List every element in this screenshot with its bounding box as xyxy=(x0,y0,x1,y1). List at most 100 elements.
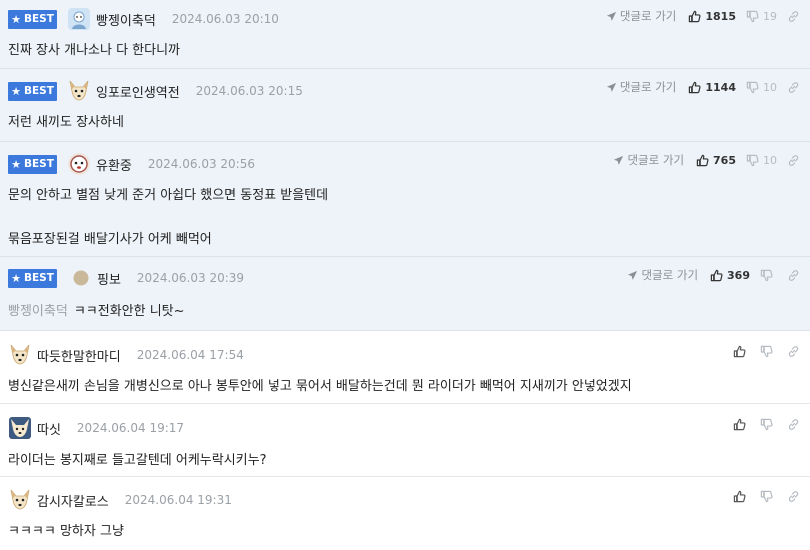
thumbs-down-icon xyxy=(760,269,773,282)
best-badge: ★ BEST xyxy=(8,9,57,29)
upvote-button[interactable] xyxy=(733,490,746,503)
avatar[interactable] xyxy=(67,152,91,176)
comment-text: 라이더는 봉지째로 들고갈텐데 어케누락시키누? xyxy=(8,453,267,468)
thumbs-down-icon xyxy=(760,345,773,358)
comment-date: 2024.06.04 17:54 xyxy=(136,348,244,362)
best-badge: ★ BEST xyxy=(8,81,57,101)
link-icon xyxy=(787,490,800,503)
copy-link-button[interactable] xyxy=(787,345,800,358)
comment-item: 따듯한말한마디 2024.06.04 17:54 병신같은새끼 손님을 개병신으… xyxy=(0,331,810,404)
downvote-button[interactable] xyxy=(760,490,773,503)
downvote-button[interactable]: 10 xyxy=(746,154,777,167)
avatar[interactable] xyxy=(67,79,91,103)
comment-date: 2024.06.03 20:10 xyxy=(171,12,279,26)
comment-text: 저런 새끼도 장사하네 xyxy=(8,115,124,130)
downvote-button[interactable] xyxy=(760,345,773,358)
arrow-icon xyxy=(627,270,638,281)
copy-link-button[interactable] xyxy=(787,269,800,282)
comment-author[interactable]: 핑보 xyxy=(97,269,121,288)
upvote-button[interactable]: 1815 xyxy=(688,10,736,23)
avatar[interactable] xyxy=(8,343,32,367)
comment-author[interactable]: 따싯 xyxy=(37,419,61,438)
avatar[interactable] xyxy=(8,488,32,512)
copy-link-button[interactable] xyxy=(787,10,800,23)
comment-text: 진짜 장사 개나소나 다 한다니까 xyxy=(8,43,181,58)
star-icon: ★ xyxy=(11,12,21,26)
comment-item: ★ BEST 잉포로인생역전 2024.06.03 20:15 댓글로 가기 11… xyxy=(0,69,810,142)
downvote-button[interactable]: 10 xyxy=(746,81,777,94)
link-icon xyxy=(787,154,800,167)
link-icon xyxy=(787,345,800,358)
upvote-button[interactable] xyxy=(733,418,746,431)
comment-date: 2024.06.04 19:17 xyxy=(76,421,185,435)
comment-date: 2024.06.03 20:56 xyxy=(147,157,255,171)
arrow-icon xyxy=(606,82,617,93)
upvote-button[interactable]: 765 xyxy=(696,154,736,167)
thumbs-up-icon xyxy=(733,418,746,431)
star-icon: ★ xyxy=(11,84,21,98)
link-icon xyxy=(787,418,800,431)
thumbs-down-icon xyxy=(746,81,759,94)
comment-item: 감시자칼로스 2024.06.04 19:31 ㅋㅋㅋㅋ 망하자 그냥 xyxy=(0,477,810,550)
copy-link-button[interactable] xyxy=(787,154,800,167)
comment-author[interactable]: 유환중 xyxy=(96,155,132,174)
link-icon xyxy=(787,269,800,282)
comment-date: 2024.06.03 20:15 xyxy=(195,84,303,98)
best-badge: ★ BEST xyxy=(8,154,57,174)
copy-link-button[interactable] xyxy=(787,81,800,94)
avatar[interactable] xyxy=(73,270,89,286)
avatar[interactable] xyxy=(8,416,32,440)
comment-author[interactable]: 잉포로인생역전 xyxy=(96,82,180,101)
upvote-count: 1815 xyxy=(705,9,736,23)
comment-author[interactable]: 빵젱이축덕 xyxy=(96,10,156,29)
go-to-reply-link[interactable]: 댓글로 가기 xyxy=(606,8,676,24)
comment-author[interactable]: 감시자칼로스 xyxy=(37,491,109,510)
thumbs-down-icon xyxy=(760,490,773,503)
link-icon xyxy=(787,81,800,94)
comment-text: 문의 안하고 별점 낮게 준거 아쉽다 했으면 동정표 받을텐데 xyxy=(8,188,329,203)
best-badge: ★ BEST xyxy=(8,268,57,288)
star-icon: ★ xyxy=(11,271,21,285)
comment-text: ㅋㅋㅋㅋ 망하자 그냥 xyxy=(8,524,124,539)
thumbs-down-icon xyxy=(746,10,759,23)
downvote-button[interactable] xyxy=(760,269,777,282)
comment-date: 2024.06.03 20:39 xyxy=(136,271,245,285)
comment-item: ★ BEST 빵젱이축덕 2024.06.03 20:10 댓글로 가기 1815… xyxy=(0,0,810,69)
copy-link-button[interactable] xyxy=(787,418,800,431)
comment-item: ★ BEST 핑보 2024.06.03 20:39 댓글로 가기 369 빵젱이… xyxy=(0,257,810,331)
comment-author[interactable]: 따듯한말한마디 xyxy=(37,346,121,365)
downvote-count: 19 xyxy=(763,9,777,23)
upvote-button[interactable]: 1144 xyxy=(688,81,736,94)
copy-link-button[interactable] xyxy=(787,490,800,503)
thumbs-up-icon xyxy=(710,269,723,282)
link-icon xyxy=(787,10,800,23)
arrow-icon xyxy=(613,155,624,166)
thumbs-up-icon xyxy=(688,10,701,23)
comment-text: 빵젱이축덕 ㅋㅋ전화안한 니탓~ xyxy=(8,304,185,319)
thumbs-up-icon xyxy=(688,81,701,94)
upvote-count: 765 xyxy=(713,153,736,167)
upvote-button[interactable]: 369 xyxy=(710,269,750,282)
downvote-button[interactable] xyxy=(760,418,773,431)
go-to-reply-link[interactable]: 댓글로 가기 xyxy=(606,79,676,95)
thumbs-down-icon xyxy=(746,154,759,167)
upvote-count: 369 xyxy=(727,268,750,282)
comment-item: 따싯 2024.06.04 19:17 라이더는 봉지째로 들고갈텐데 어케누락… xyxy=(0,404,810,477)
thumbs-up-icon xyxy=(696,154,709,167)
comment-text: 병신같은새끼 손님을 개병신으로 아나 봉투안에 넣고 묶어서 배달하는건데 뭔… xyxy=(8,379,632,394)
go-to-reply-link[interactable]: 댓글로 가기 xyxy=(613,152,684,168)
downvote-count: 10 xyxy=(763,153,777,167)
thumbs-up-icon xyxy=(733,345,746,358)
downvote-count: 10 xyxy=(763,80,777,94)
upvote-button[interactable] xyxy=(733,345,746,358)
comment-text: 묶음포장된걸 배달기사가 어케 빼먹어 xyxy=(8,232,212,247)
comment-date: 2024.06.04 19:31 xyxy=(124,493,232,507)
arrow-icon xyxy=(606,11,617,22)
star-icon: ★ xyxy=(11,157,21,171)
downvote-button[interactable]: 19 xyxy=(746,10,777,23)
avatar[interactable] xyxy=(67,7,91,31)
go-to-reply-link[interactable]: 댓글로 가기 xyxy=(627,267,698,283)
reply-mention[interactable]: 빵젱이축덕 xyxy=(8,304,68,319)
thumbs-down-icon xyxy=(760,418,773,431)
thumbs-up-icon xyxy=(733,490,746,503)
